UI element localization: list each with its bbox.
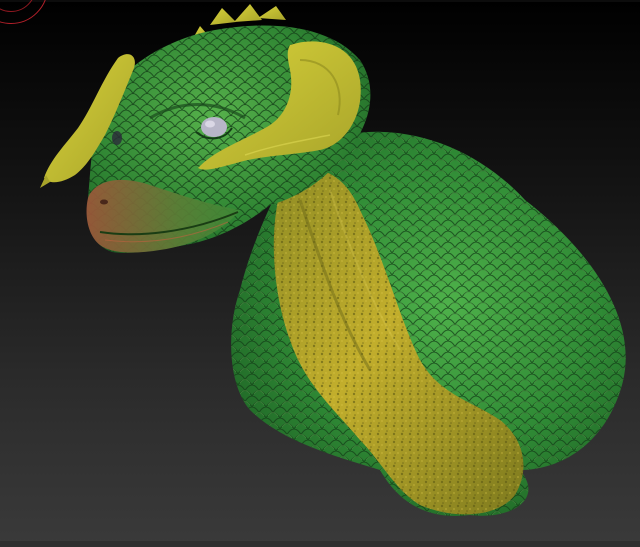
canvas-viewport[interactable] — [0, 0, 640, 547]
viewport-bottom-edge — [0, 540, 640, 547]
dragon-sculpt-model[interactable] — [0, 0, 640, 547]
